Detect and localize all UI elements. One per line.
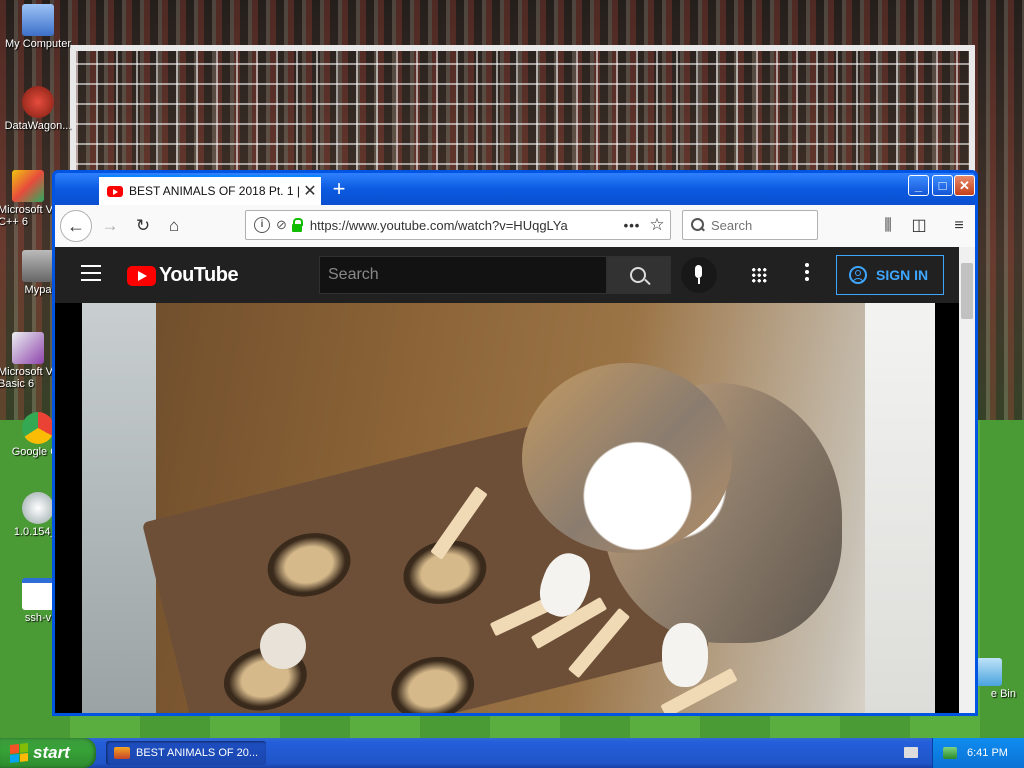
youtube-search-input[interactable]: Search (319, 256, 607, 294)
lock-icon (291, 218, 303, 232)
page-scrollbar[interactable] (959, 247, 975, 713)
sign-in-label: SIGN IN (876, 267, 929, 283)
browser-tab[interactable]: BEST ANIMALS OF 2018 Pt. 1 | Fu ✕ (99, 175, 321, 205)
apps-grid-icon[interactable] (751, 267, 767, 283)
sign-in-button[interactable]: SIGN IN (836, 255, 944, 295)
forward-button[interactable]: → (97, 213, 123, 239)
chrome-icon (22, 412, 54, 444)
hamburger-menu-icon: ≡ (954, 217, 964, 234)
library-button[interactable]: ⫼ (875, 213, 901, 239)
back-button[interactable]: ← (60, 210, 92, 242)
forward-arrow-icon: → (101, 216, 119, 235)
close-button[interactable]: ✕ (954, 175, 975, 196)
navigation-toolbar: ← → ↻ ⌂ i ⊘ https://www.youtube.com/watc… (55, 205, 975, 248)
back-arrow-icon: ← (67, 216, 85, 236)
page-actions-icon[interactable]: ••• (620, 218, 644, 233)
windows-logo-icon (10, 743, 28, 763)
home-button[interactable]: ⌂ (161, 213, 187, 239)
computer-icon (22, 4, 54, 36)
youtube-search-button[interactable] (607, 256, 671, 294)
site-info-icon[interactable]: i (254, 217, 270, 233)
browser-search-field[interactable]: Search (682, 210, 818, 240)
youtube-favicon-icon (107, 185, 123, 197)
search-icon (630, 267, 646, 283)
library-icon: ⫼ (884, 217, 892, 234)
browser-search-placeholder: Search (711, 217, 753, 233)
system-tray: 6:41 PM (932, 738, 1024, 768)
reload-button[interactable]: ↻ (130, 213, 156, 239)
tab-close-icon[interactable]: ✕ (299, 181, 321, 201)
scrollbar-thumb[interactable] (961, 263, 973, 319)
url-bar[interactable]: i ⊘ https://www.youtube.com/watch?v=HUqg… (245, 210, 671, 240)
youtube-logo-text: YouTube (159, 264, 239, 286)
recycle-bin-icon (976, 658, 1002, 686)
visual-cpp-icon (12, 170, 44, 202)
desktop-icon-datawagon[interactable]: DataWagon... (0, 86, 78, 132)
video-player[interactable] (82, 303, 935, 713)
youtube-guide-menu-icon[interactable] (81, 265, 101, 285)
tab-title: BEST ANIMALS OF 2018 Pt. 1 | Fu (129, 184, 299, 198)
search-icon (691, 218, 705, 232)
microphone-icon (695, 265, 702, 278)
bookmark-star-icon[interactable]: ☆ (644, 215, 670, 235)
sidebar-button[interactable]: ◫ (906, 213, 932, 239)
voice-search-button[interactable] (681, 257, 717, 293)
mypa-icon (22, 250, 54, 282)
keyboard-icon[interactable] (904, 747, 918, 758)
start-label: start (33, 743, 70, 762)
maximize-button[interactable]: □ (932, 175, 953, 196)
network-icon[interactable] (943, 747, 957, 759)
url-text[interactable]: https://www.youtube.com/watch?v=HUqgLYa (310, 218, 620, 233)
taskbar-window-button[interactable]: BEST ANIMALS OF 20... (106, 741, 266, 765)
desktop-icon-my-computer[interactable]: My Computer (0, 4, 78, 50)
window-titlebar[interactable]: BEST ANIMALS OF 2018 Pt. 1 | Fu ✕ + _ □ … (55, 173, 975, 205)
firefox-icon (114, 747, 130, 759)
start-button[interactable]: start (0, 738, 96, 768)
sidebar-icon: ◫ (911, 217, 927, 234)
permissions-icon[interactable]: ⊘ (276, 217, 287, 233)
taskbar-window-label: BEST ANIMALS OF 20... (136, 747, 259, 759)
youtube-play-logo-icon (127, 265, 156, 286)
installer-icon (22, 492, 54, 524)
ssh-icon (22, 578, 54, 610)
menu-button[interactable]: ≡ (946, 213, 972, 239)
page-content: YouTube Search SIGN IN (55, 247, 959, 713)
new-tab-button[interactable]: + (327, 177, 351, 201)
user-account-icon (849, 266, 867, 284)
browser-window: BEST ANIMALS OF 2018 Pt. 1 | Fu ✕ + _ □ … (52, 170, 978, 716)
settings-more-icon[interactable] (805, 263, 809, 285)
video-frame-cat (522, 343, 852, 687)
home-icon: ⌂ (168, 216, 180, 235)
datawagon-icon (22, 86, 54, 118)
clock[interactable]: 6:41 PM (967, 747, 1008, 759)
taskbar: start BEST ANIMALS OF 20... 6:41 PM (0, 738, 1024, 768)
youtube-logo[interactable]: YouTube (127, 264, 239, 287)
visual-basic-icon (12, 332, 44, 364)
reload-icon: ↻ (135, 216, 151, 235)
minimize-button[interactable]: _ (908, 175, 929, 196)
youtube-header: YouTube Search SIGN IN (55, 247, 959, 303)
